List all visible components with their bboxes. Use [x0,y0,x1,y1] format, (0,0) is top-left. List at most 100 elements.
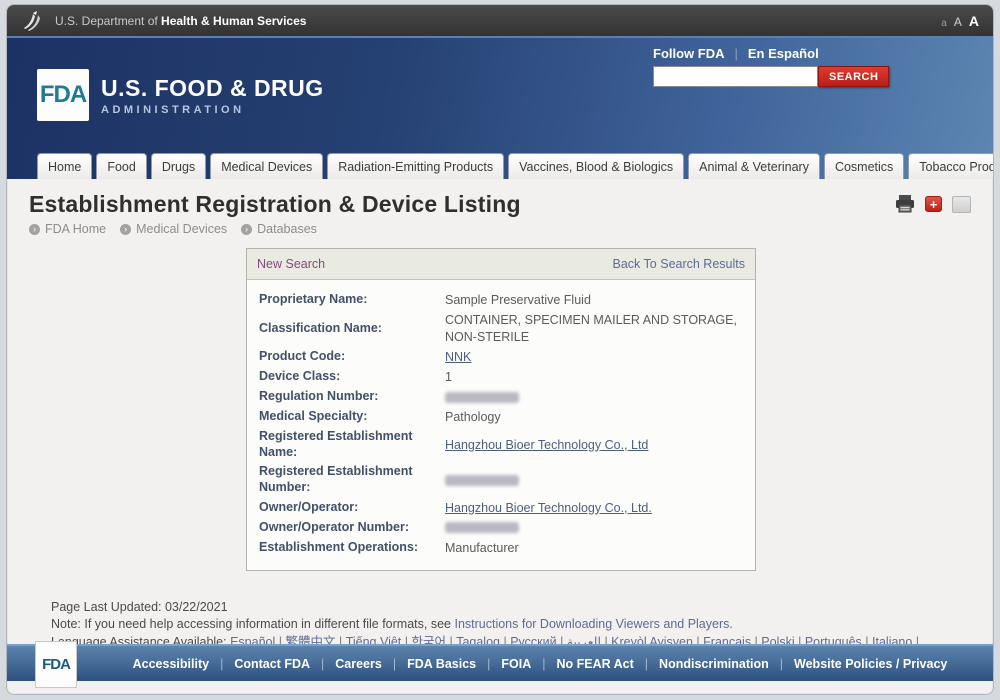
follow-fda-link[interactable]: Follow FDA [653,46,725,61]
breadcrumb: › FDA Home › Medical Devices › Databases [29,222,973,236]
detail-row-label: Regulation Number: [259,389,379,404]
footer-link[interactable]: Contact FDA [234,657,335,671]
panel-header: New Search Back To Search Results [247,249,755,280]
breadcrumb-arrow-icon: › [241,223,253,235]
breadcrumb-item[interactable]: › FDA Home [29,222,106,236]
detail-row-value: Sample Preservative Fluid [445,293,591,307]
back-to-search-results-link[interactable]: Back To Search Results [613,257,745,271]
fda-brand-text: U.S. FOOD & DRUG ADMINISTRATION [101,75,324,116]
search-button[interactable]: SEARCH [818,66,890,87]
header-search-form: SEARCH [653,66,890,87]
detail-row: Registered Establishment Number: [247,462,755,497]
footer-link[interactable]: FDA Basics [407,657,501,671]
fda-brand[interactable]: FDA U.S. FOOD & DRUG ADMINISTRATION [37,69,324,121]
breadcrumb-arrow-icon: › [29,223,40,235]
panel-body: Proprietary Name: Sample Preservative Fl… [247,280,755,570]
page-title: Establishment Registration & Device List… [29,191,521,217]
footer-links: Accessibility Contact FDA Careers FDA Ba… [87,646,993,681]
file-formats-note: Note: If you need help accessing informa… [51,617,733,631]
detail-row-label: Registered Establishment Number: [259,464,413,494]
breadcrumb-item[interactable]: › Medical Devices [120,222,227,236]
text-size-small-button[interactable]: a [941,18,947,29]
main-nav-tabs: Home Food Drugs Medical Devices Radiatio… [7,153,993,179]
detail-row: Owner/Operator: Hangzhou Bioer Technolog… [247,498,755,518]
detail-row: Establishment Operations: Manufacturer [247,538,755,558]
fda-logo-text: FDA [39,81,87,108]
detail-row-label: Registered Establishment Name: [259,429,413,459]
nav-tab[interactable]: Tobacco Products [908,153,993,179]
search-input[interactable] [653,66,818,87]
viewers-players-link[interactable]: Instructions for Downloading Viewers and… [454,617,732,631]
redacted-value [445,522,519,534]
footer-link[interactable]: Website Policies / Privacy [794,657,947,671]
footer-link[interactable]: FOIA [501,657,556,671]
nav-tab[interactable]: Animal & Veterinary [688,153,820,179]
detail-row: Classification Name: CONTAINER, SPECIMEN… [247,310,755,347]
detail-row: Proprietary Name: Sample Preservative Fl… [247,290,755,310]
redacted-value [445,391,519,403]
en-espanol-link[interactable]: En Español [748,46,819,61]
detail-row-value [445,391,755,403]
nav-tab[interactable]: Cosmetics [823,153,905,179]
nav-tab[interactable]: Radiation-Emitting Products [327,153,505,179]
footer-link[interactable]: No FEAR Act [556,657,659,671]
footer-bar: FDA Accessibility Contact FDA Careers FD… [7,641,993,688]
share-icon[interactable]: + [925,196,942,212]
detail-row-label: Establishment Operations: [259,539,419,554]
detail-row-label: Owner/Operator: [259,499,359,514]
fda-logo[interactable]: FDA [37,69,89,121]
detail-row: Device Class: 1 [247,367,755,387]
footer-fda-logo[interactable]: FDA [35,641,77,688]
detail-row-value: 1 [445,370,452,384]
detail-row-label: Classification Name: [259,320,382,335]
detail-row: Regulation Number: [247,387,755,407]
quick-links-separator: | [734,46,738,61]
nav-tab[interactable]: Medical Devices [210,153,324,179]
breadcrumb-item[interactable]: › Databases [241,222,317,236]
detail-row-value[interactable]: Hangzhou Bioer Technology Co., Ltd [445,437,755,453]
new-search-link[interactable]: New Search [257,257,325,271]
detail-row-label: Device Class: [259,369,341,384]
header-quick-links: Follow FDA | En Español [653,46,883,61]
breadcrumb-label: Medical Devices [136,222,228,236]
print-icon[interactable] [895,195,915,213]
browser-page: U.S. Department of Health & Human Servic… [7,5,993,694]
text-size-medium-button[interactable]: A [954,15,962,29]
detail-row-label: Owner/Operator Number: [259,519,410,534]
breadcrumb-arrow-icon: › [120,223,132,235]
device-listing-panel: New Search Back To Search Results Propri… [246,248,756,571]
detail-row: Product Code: NNK [247,347,755,367]
detail-row-value[interactable]: Hangzhou Bioer Technology Co., Ltd. [445,500,755,516]
footer-link[interactable]: Careers [335,657,407,671]
hhs-eagle-icon [24,10,40,31]
detail-row: Medical Specialty: Pathology [247,407,755,427]
detail-row-value: Pathology [445,409,501,424]
page-action-icons: + [895,195,971,213]
detail-row-label: Medical Specialty: [259,409,368,424]
detail-row-value: CONTAINER, SPECIMEN MAILER AND STORAGE, … [445,313,737,344]
detail-row: Owner/Operator Number: [247,518,755,538]
footer-fda-logo-text: FDA [42,656,71,673]
detail-row-label: Proprietary Name: [259,292,368,307]
text-resize-controls: a A A [941,13,979,29]
page-content: Establishment Registration & Device List… [7,179,993,669]
nav-tab[interactable]: Vaccines, Blood & Biologics [508,153,685,179]
hhs-top-bar: U.S. Department of Health & Human Servic… [7,5,993,36]
nav-tab[interactable]: Drugs [150,153,207,179]
bookmark-icon[interactable] [952,195,971,213]
fda-org-name: U.S. FOOD & DRUG [101,74,324,101]
nav-tab[interactable]: Food [96,153,147,179]
detail-row: Registered Establishment Name: Hangzhou … [247,427,755,462]
redacted-value [445,474,519,486]
breadcrumb-label: Databases [257,222,317,236]
footer-link[interactable]: Nondiscrimination [659,657,794,671]
fda-org-subname: ADMINISTRATION [101,103,245,116]
detail-row-value[interactable]: NNK [445,349,755,365]
footer-link[interactable]: Accessibility [133,657,235,671]
breadcrumb-label: FDA Home [45,222,107,236]
page-last-updated: Page Last Updated: 03/22/2021 [51,599,228,614]
text-size-large-button[interactable]: A [969,13,979,29]
detail-row-value [445,522,755,534]
nav-tab[interactable]: Home [37,153,93,179]
detail-row-value: Manufacturer [445,540,519,555]
